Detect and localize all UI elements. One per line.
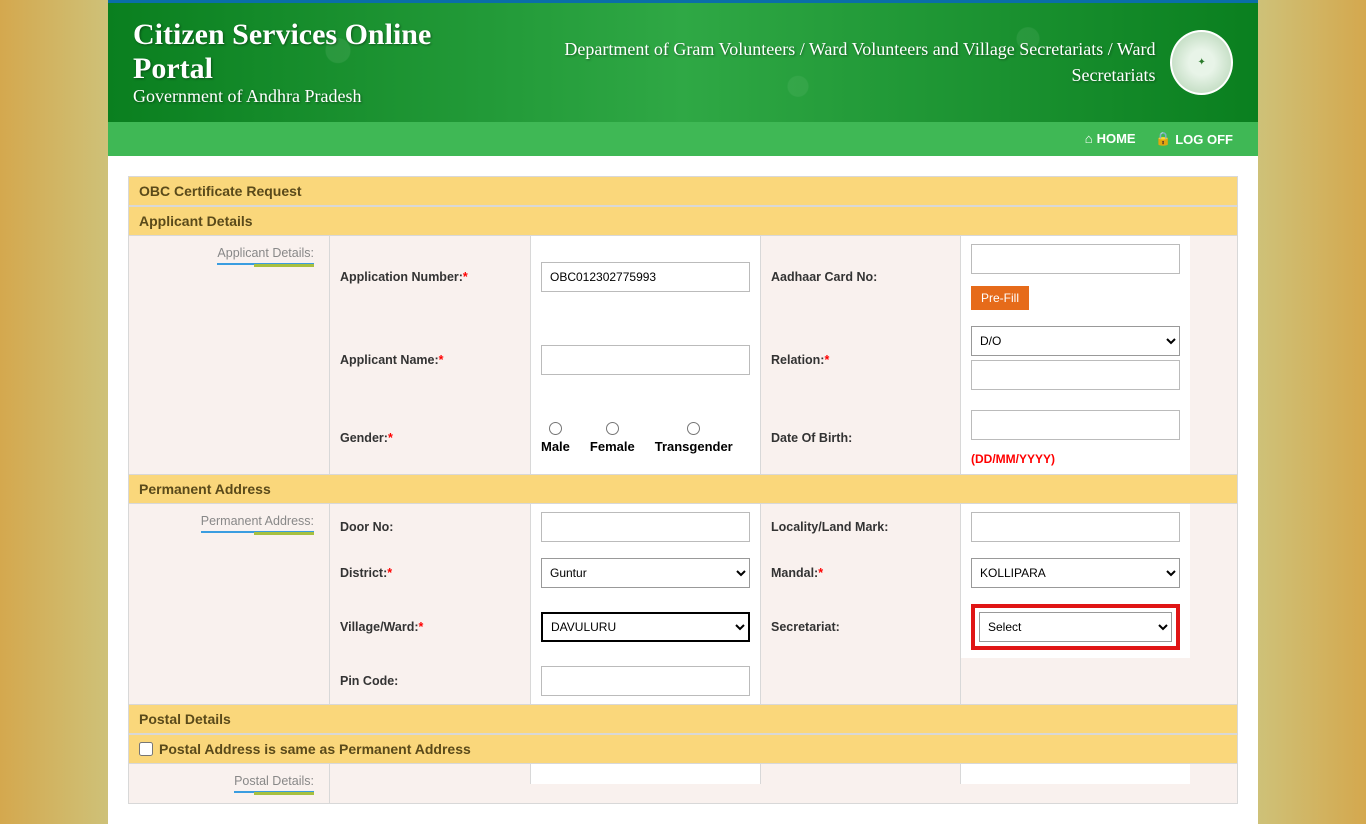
gender-male-label: Male (541, 439, 570, 454)
name-input[interactable] (541, 345, 750, 375)
mandal-label: Mandal:* (760, 550, 960, 596)
app-num-input[interactable] (541, 262, 750, 292)
district-label: District:* (330, 550, 530, 596)
secretariat-select[interactable]: Select (979, 612, 1172, 642)
logoff-link[interactable]: 🔒 LOG OFF (1155, 131, 1233, 147)
department-name: Department of Gram Volunteers / Ward Vol… (504, 37, 1156, 87)
secretariat-label: Secretariat: (760, 596, 960, 658)
prefill-button[interactable]: Pre-Fill (971, 286, 1029, 310)
gender-female-radio[interactable] (606, 422, 619, 435)
mandal-select[interactable]: KOLLIPARA (971, 558, 1180, 588)
home-label: HOME (1097, 131, 1136, 146)
door-label: Door No: (330, 504, 530, 550)
gender-female-label: Female (590, 439, 635, 454)
district-select[interactable]: Guntur (541, 558, 750, 588)
door-input[interactable] (541, 512, 750, 542)
relation-label: Relation:* (760, 318, 960, 402)
postal-side-label: Postal Details: (129, 764, 329, 803)
home-link[interactable]: ⌂ HOME (1085, 131, 1136, 146)
relation-name-input[interactable] (971, 360, 1180, 390)
permanent-section-header: Permanent Address (129, 474, 1237, 504)
panel-title: OBC Certificate Request (129, 177, 1237, 206)
permanent-side-label: Permanent Address: (129, 504, 329, 704)
lock-icon: 🔒 (1155, 131, 1171, 147)
postal-section-header: Postal Details (129, 704, 1237, 734)
portal-subtitle: Government of Andhra Pradesh (133, 86, 504, 107)
name-label: Applicant Name:* (330, 318, 530, 402)
postal-same-row: Postal Address is same as Permanent Addr… (129, 734, 1237, 764)
locality-input[interactable] (971, 512, 1180, 542)
gender-trans-label: Transgender (655, 439, 733, 454)
applicant-side-label: Applicant Details: (129, 236, 329, 474)
gender-male-radio[interactable] (549, 422, 562, 435)
locality-label: Locality/Land Mark: (760, 504, 960, 550)
portal-title: Citizen Services Online Portal (133, 18, 504, 86)
nav-bar: ⌂ HOME 🔒 LOG OFF (108, 122, 1258, 156)
state-emblem-icon: ✦ (1170, 30, 1233, 95)
village-label: Village/Ward:* (330, 596, 530, 658)
header-banner: Citizen Services Online Portal Governmen… (108, 0, 1258, 122)
village-select[interactable]: DAVULURU (541, 612, 750, 642)
dob-hint: (DD/MM/YYYY) (971, 452, 1180, 466)
dob-label: Date Of Birth: (760, 402, 960, 474)
gender-label: Gender:* (330, 402, 530, 474)
gender-trans-radio[interactable] (687, 422, 700, 435)
aadhaar-label: Aadhaar Card No: (760, 236, 960, 318)
pincode-input[interactable] (541, 666, 750, 696)
home-icon: ⌂ (1085, 131, 1093, 146)
app-num-label: Application Number:* (330, 236, 530, 318)
logoff-label: LOG OFF (1175, 132, 1233, 147)
relation-select[interactable]: D/O (971, 326, 1180, 356)
postal-same-checkbox[interactable] (139, 742, 153, 756)
postal-same-label: Postal Address is same as Permanent Addr… (159, 741, 471, 757)
applicant-section-header: Applicant Details (129, 206, 1237, 236)
aadhaar-input[interactable] (971, 244, 1180, 274)
pincode-label: Pin Code: (330, 658, 530, 704)
dob-input[interactable] (971, 410, 1180, 440)
